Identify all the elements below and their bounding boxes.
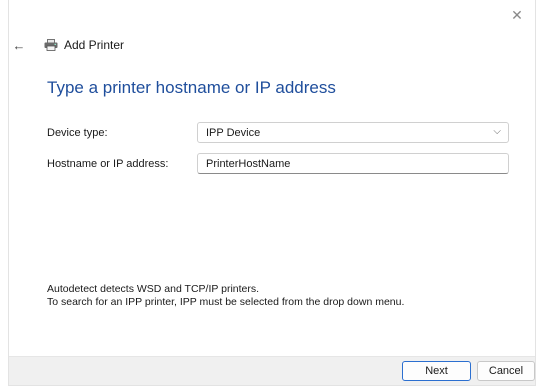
info-line-2: To search for an IPP printer, IPP must b… [47,296,405,308]
device-type-value: IPP Device [206,126,261,139]
page-title: Type a printer hostname or IP address [47,78,336,97]
close-icon: ✕ [511,6,523,23]
info-line-1: Autodetect detects WSD and TCP/IP printe… [47,283,260,295]
chevron-down-icon: ⌵ [493,126,501,137]
device-type-label: Device type: [47,127,108,139]
add-printer-window: ✕ ← Add Printer Type a printer hostname … [8,0,536,386]
printer-icon [44,39,58,51]
hostname-label: Hostname or IP address: [47,158,169,170]
back-button[interactable]: ← [9,36,29,54]
window-title-row: Add Printer [44,36,124,54]
footer-bar: Next Cancel [9,356,535,385]
window-title: Add Printer [64,38,125,52]
close-button[interactable]: ✕ [499,0,535,30]
back-arrow-icon: ← [12,37,26,53]
hostname-input[interactable] [197,153,509,174]
info-text: Autodetect detects WSD and TCP/IP printe… [47,283,404,309]
device-type-select[interactable]: IPP Device ⌵ [197,122,509,143]
cancel-button[interactable]: Cancel [477,361,535,381]
next-button[interactable]: Next [402,361,471,381]
